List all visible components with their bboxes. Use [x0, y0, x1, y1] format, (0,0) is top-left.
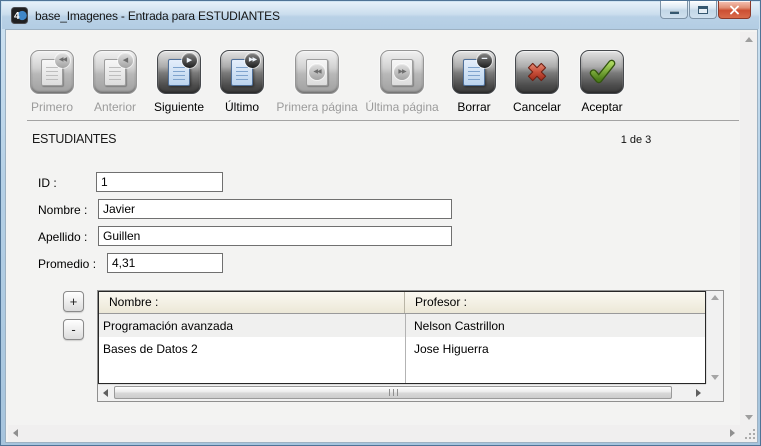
minimize-button[interactable]	[660, 1, 688, 19]
caption-buttons	[659, 1, 751, 19]
resize-grip[interactable]	[740, 425, 757, 442]
page-last-icon: ▶▶	[391, 59, 413, 86]
listbox-horizontal-scrollbar[interactable]	[98, 384, 706, 401]
close-icon	[729, 5, 740, 15]
doc-first-icon: ◀◀	[41, 59, 63, 86]
doc-next-icon: ▶	[168, 59, 190, 86]
scroll-left-icon[interactable]	[13, 429, 18, 437]
scroll-right-icon[interactable]	[730, 429, 735, 437]
column-header-profesor[interactable]: Profesor :	[405, 292, 705, 313]
listbox-data-area: Nombre : Profesor : Programación avanzad…	[98, 291, 706, 384]
titlebar: 4 base_Imagenes - Entrada para ESTUDIANT…	[2, 2, 759, 29]
first-page-button[interactable]: ◀◀	[295, 50, 339, 94]
id-label: ID :	[38, 176, 57, 190]
cell-nombre: Bases de Datos 2	[99, 342, 405, 356]
maximize-icon	[698, 6, 708, 14]
add-row-button[interactable]: +	[63, 291, 84, 312]
double-left-arrow-icon: ◀◀	[309, 64, 325, 80]
cell-profesor: Jose Higuerra	[405, 342, 705, 356]
scroll-down-icon[interactable]	[745, 415, 753, 420]
promedio-field[interactable]	[107, 253, 223, 273]
cell-nombre: Programación avanzada	[99, 319, 405, 333]
toolbar-item-aceptar: Aceptar	[552, 50, 652, 114]
id-field[interactable]	[96, 172, 223, 192]
form-content-area: ◀◀ Primero ◀ Anterior ▶ Siguiente ▶▶	[5, 29, 758, 443]
remove-row-button[interactable]: -	[63, 319, 84, 340]
cancel-x-icon	[522, 57, 552, 87]
accept-check-icon	[587, 57, 617, 87]
page-first-icon: ◀◀	[306, 59, 328, 86]
table-row[interactable]: Bases de Datos 2 Jose Higuerra	[99, 337, 705, 360]
window-vertical-scrollbar[interactable]	[740, 32, 757, 425]
column-divider	[405, 314, 406, 383]
scroll-right-icon[interactable]	[696, 389, 701, 397]
maximize-button[interactable]	[689, 1, 717, 19]
section-title: ESTUDIANTES	[32, 132, 116, 146]
apellido-field[interactable]	[98, 226, 452, 246]
doc-delete-icon: −	[463, 59, 485, 86]
column-header-nombre[interactable]: Nombre :	[99, 292, 405, 313]
svg-text:4: 4	[14, 11, 20, 22]
close-button[interactable]	[718, 1, 751, 19]
scroll-up-icon[interactable]	[745, 37, 753, 42]
scroll-down-icon[interactable]	[711, 375, 719, 380]
doc-previous-icon: ◀	[104, 59, 126, 86]
last-page-button[interactable]: ▶▶	[380, 50, 424, 94]
listbox-vertical-scrollbar[interactable]	[706, 291, 723, 384]
listbox-scrollbar-corner	[706, 384, 723, 401]
promedio-label: Promedio :	[38, 257, 96, 271]
listbox-header: Nombre : Profesor :	[99, 292, 705, 314]
apellido-label: Apellido :	[38, 230, 87, 244]
app-window: 4 base_Imagenes - Entrada para ESTUDIANT…	[0, 0, 761, 446]
app-4d-icon: 4	[11, 7, 28, 24]
record-counter: 1 de 3	[606, 134, 666, 146]
toolbar-label: Aceptar	[552, 100, 652, 114]
subform-listbox: Nombre : Profesor : Programación avanzad…	[97, 290, 724, 402]
double-right-arrow-icon: ▶▶	[245, 53, 260, 68]
window-horizontal-scrollbar[interactable]	[8, 425, 740, 442]
accept-button[interactable]	[580, 50, 624, 94]
toolbar-separator	[27, 120, 739, 121]
scroll-left-icon[interactable]	[103, 389, 108, 397]
double-right-arrow-icon: ▶▶	[394, 64, 410, 80]
scroll-up-icon[interactable]	[711, 295, 719, 300]
scrollbar-thumb[interactable]	[114, 386, 672, 399]
grip-dots-icon	[744, 429, 755, 440]
nombre-field[interactable]	[98, 199, 452, 219]
last-record-button[interactable]: ▶▶	[220, 50, 264, 94]
grip-icon	[389, 389, 398, 396]
cell-profesor: Nelson Castrillon	[405, 319, 705, 333]
nombre-label: Nombre :	[38, 203, 87, 217]
doc-last-icon: ▶▶	[231, 59, 253, 86]
table-row[interactable]: Programación avanzada Nelson Castrillon	[99, 314, 705, 337]
minimize-icon	[670, 11, 679, 14]
window-title: base_Imagenes - Entrada para ESTUDIANTES	[35, 9, 280, 23]
